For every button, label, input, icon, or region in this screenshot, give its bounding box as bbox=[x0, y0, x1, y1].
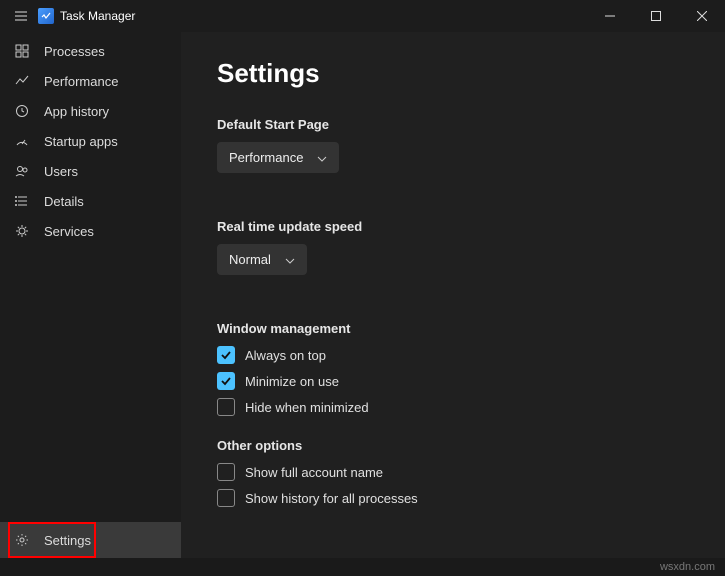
update-speed-dropdown[interactable]: Normal bbox=[217, 244, 307, 275]
close-button[interactable] bbox=[679, 0, 725, 32]
sidebar-item-label: Settings bbox=[44, 533, 91, 548]
sidebar-item-processes[interactable]: Processes bbox=[0, 36, 181, 66]
window-mgmt-label: Window management bbox=[217, 321, 689, 336]
checkbox-icon bbox=[217, 346, 235, 364]
sidebar-item-services[interactable]: Services bbox=[0, 216, 181, 246]
gear-icon bbox=[14, 532, 30, 548]
titlebar-left: Task Manager bbox=[10, 5, 135, 27]
sidebar-item-settings[interactable]: Settings bbox=[0, 522, 181, 558]
checkbox-always-on-top[interactable]: Always on top bbox=[217, 346, 689, 364]
sidebar-item-label: Users bbox=[44, 164, 78, 179]
content-area: Settings Default Start Page Performance … bbox=[181, 32, 725, 558]
checkbox-minimize-on-use[interactable]: Minimize on use bbox=[217, 372, 689, 390]
checkbox-icon bbox=[217, 372, 235, 390]
services-icon bbox=[14, 223, 30, 239]
dropdown-value: Normal bbox=[229, 252, 271, 267]
chevron-down-icon bbox=[317, 150, 327, 165]
app-title: Task Manager bbox=[60, 9, 135, 23]
page-title: Settings bbox=[217, 58, 689, 89]
sidebar-item-users[interactable]: Users bbox=[0, 156, 181, 186]
checkbox-label: Show history for all processes bbox=[245, 491, 418, 506]
speedometer-icon bbox=[14, 133, 30, 149]
history-icon bbox=[14, 103, 30, 119]
window-controls bbox=[587, 0, 725, 32]
checkbox-label: Show full account name bbox=[245, 465, 383, 480]
other-options-label: Other options bbox=[217, 438, 689, 453]
checkbox-hide-when-minimized[interactable]: Hide when minimized bbox=[217, 398, 689, 416]
default-start-label: Default Start Page bbox=[217, 117, 689, 132]
sidebar-item-app-history[interactable]: App history bbox=[0, 96, 181, 126]
sidebar-item-label: App history bbox=[44, 104, 109, 119]
minimize-button[interactable] bbox=[587, 0, 633, 32]
users-icon bbox=[14, 163, 30, 179]
watermark: wsxdn.com bbox=[660, 558, 715, 576]
chart-icon bbox=[14, 73, 30, 89]
chevron-down-icon bbox=[285, 252, 295, 267]
sidebar-item-label: Services bbox=[44, 224, 94, 239]
hamburger-menu-button[interactable] bbox=[10, 5, 32, 27]
sidebar-item-label: Processes bbox=[44, 44, 105, 59]
sidebar-item-startup-apps[interactable]: Startup apps bbox=[0, 126, 181, 156]
sidebar-item-label: Performance bbox=[44, 74, 118, 89]
checkbox-label: Minimize on use bbox=[245, 374, 339, 389]
app-icon bbox=[38, 8, 54, 24]
sidebar-item-label: Details bbox=[44, 194, 84, 209]
checkbox-icon bbox=[217, 398, 235, 416]
sidebar-item-details[interactable]: Details bbox=[0, 186, 181, 216]
titlebar: Task Manager bbox=[0, 0, 725, 32]
list-icon bbox=[14, 193, 30, 209]
update-speed-label: Real time update speed bbox=[217, 219, 689, 234]
checkbox-icon bbox=[217, 463, 235, 481]
checkbox-label: Hide when minimized bbox=[245, 400, 369, 415]
default-start-dropdown[interactable]: Performance bbox=[217, 142, 339, 173]
maximize-button[interactable] bbox=[633, 0, 679, 32]
sidebar-item-performance[interactable]: Performance bbox=[0, 66, 181, 96]
sidebar: Processes Performance App history Startu… bbox=[0, 32, 181, 558]
checkbox-show-history-all-processes[interactable]: Show history for all processes bbox=[217, 489, 689, 507]
checkbox-show-full-account-name[interactable]: Show full account name bbox=[217, 463, 689, 481]
checkbox-icon bbox=[217, 489, 235, 507]
grid-icon bbox=[14, 43, 30, 59]
sidebar-item-label: Startup apps bbox=[44, 134, 118, 149]
dropdown-value: Performance bbox=[229, 150, 303, 165]
checkbox-label: Always on top bbox=[245, 348, 326, 363]
